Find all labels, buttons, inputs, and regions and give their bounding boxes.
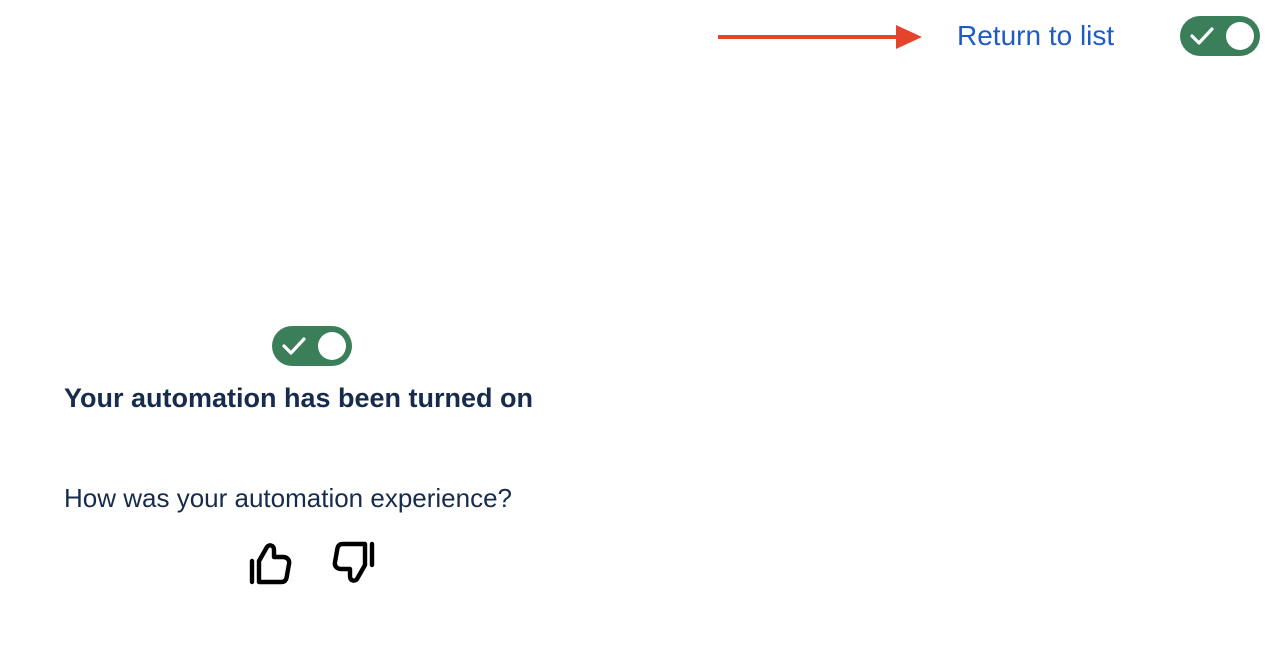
return-to-list-link[interactable]: Return to list [957, 19, 1114, 53]
thumbs-up-icon [249, 543, 292, 585]
thumbs-up-button[interactable] [246, 538, 294, 588]
feedback-question: How was your automation experience? [64, 483, 513, 513]
check-icon [282, 337, 306, 355]
thumbs-down-icon [332, 541, 375, 583]
confirmation-heading: Your automation has been turned on [64, 383, 534, 413]
check-icon [1190, 27, 1214, 45]
page: Return to list Your automation has been … [0, 0, 1282, 666]
annotation-arrow-icon [718, 25, 922, 49]
automation-toggle-header[interactable] [1180, 16, 1260, 56]
toggle-knob [318, 332, 346, 360]
thumbs-down-button[interactable] [330, 538, 378, 588]
toggle-knob [1226, 22, 1254, 50]
automation-toggle[interactable] [272, 326, 352, 366]
